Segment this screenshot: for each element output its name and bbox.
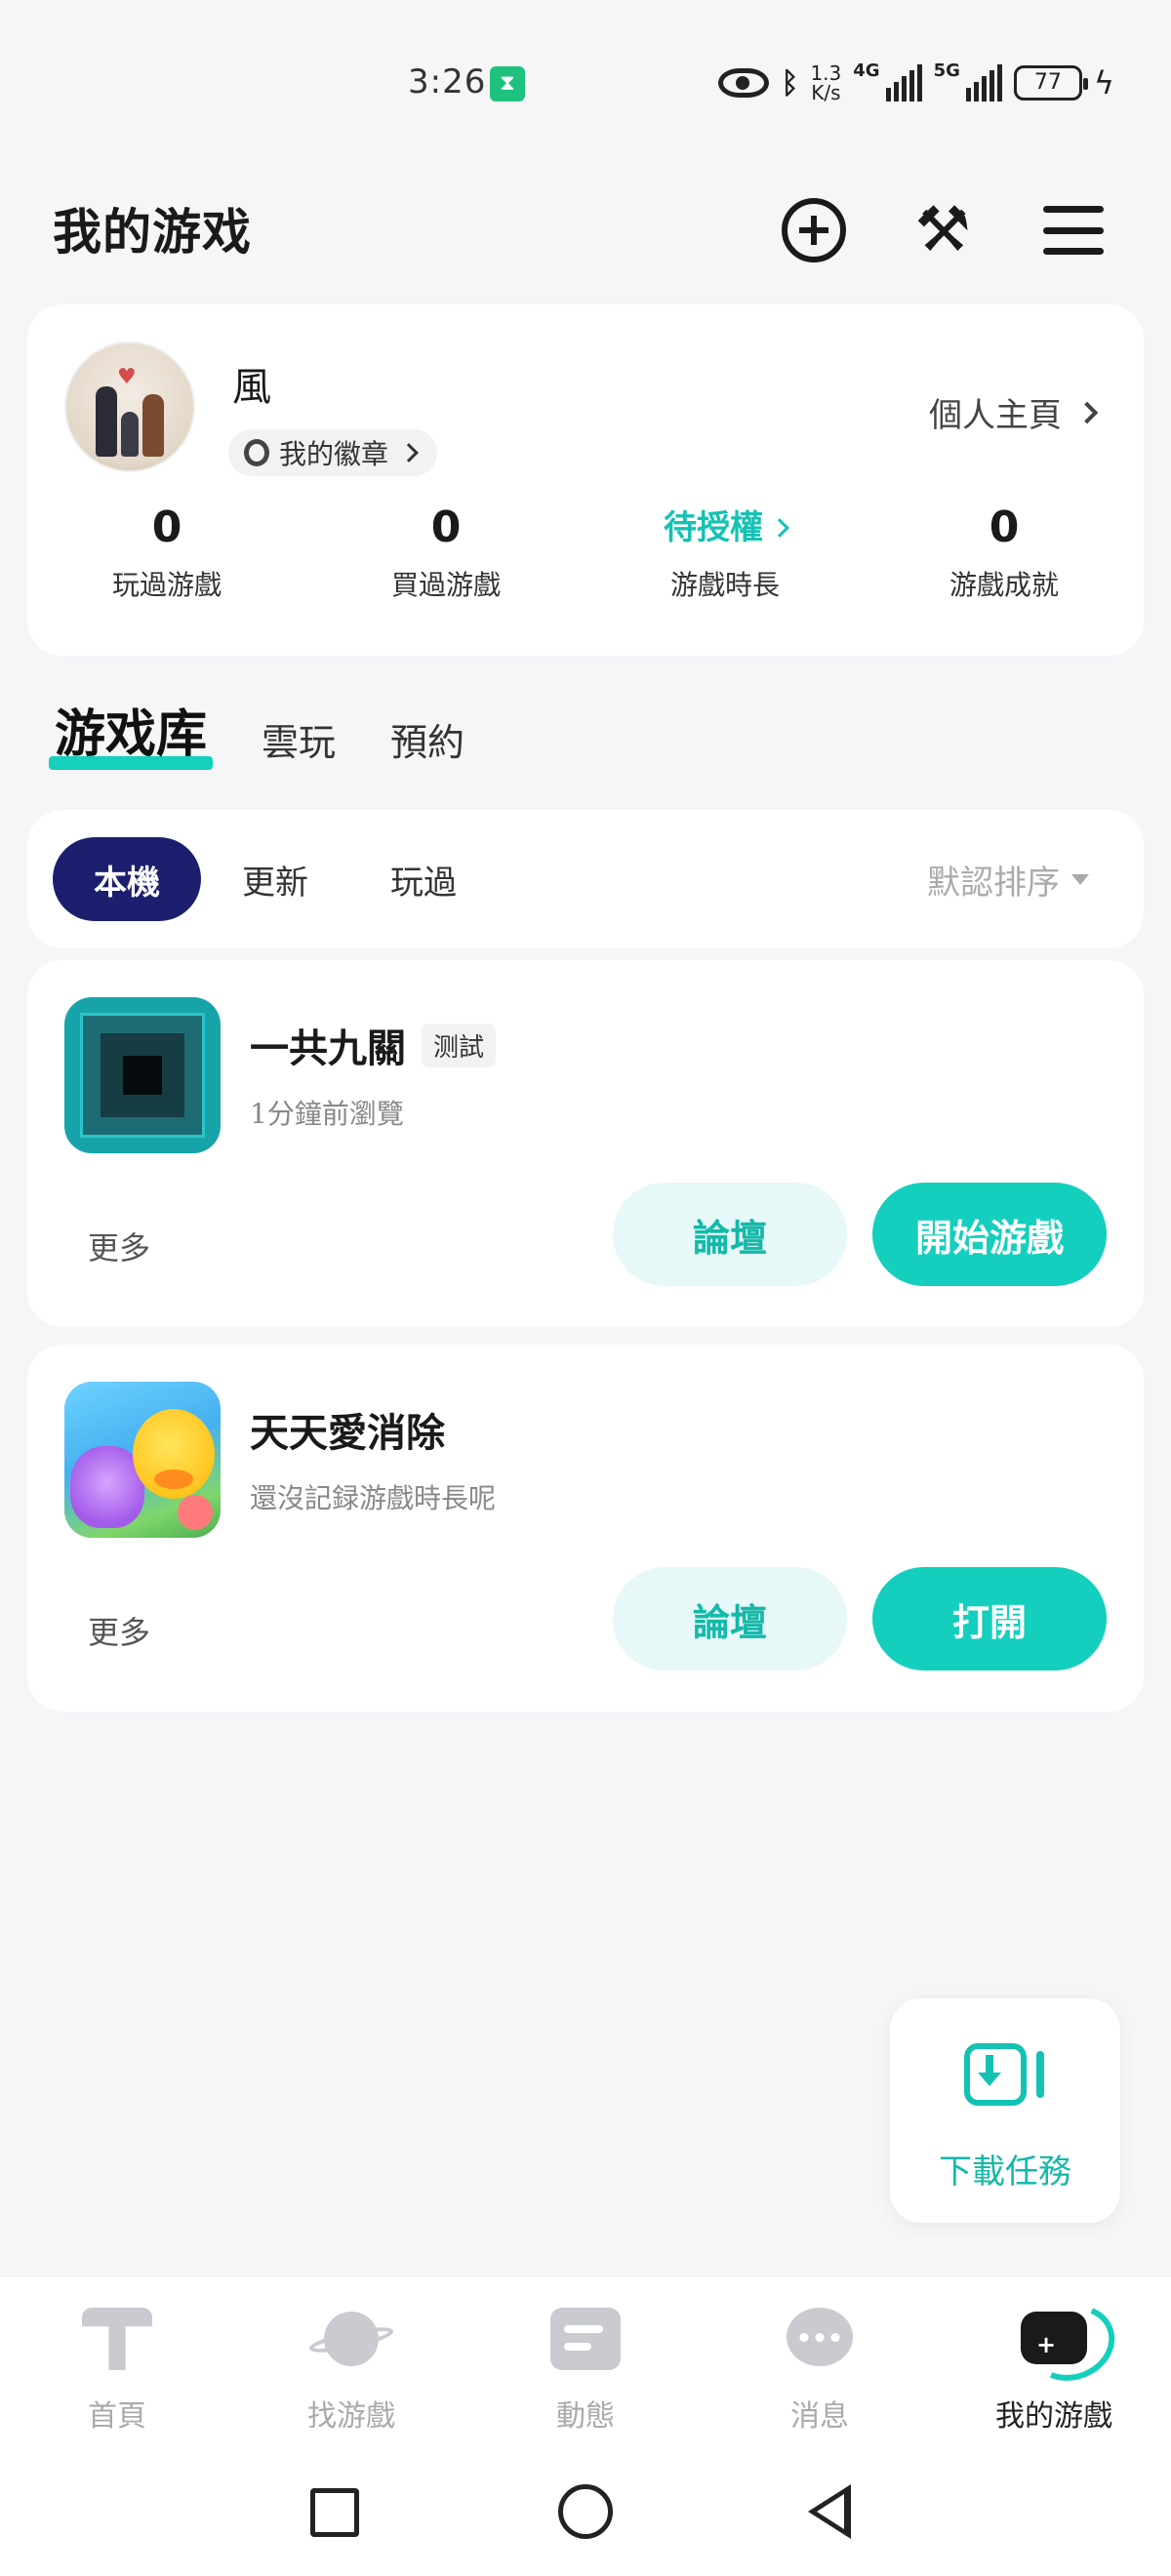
game-title[interactable]: 一共九關 测試: [250, 1017, 497, 1073]
nav-item-home[interactable]: 首頁: [0, 2276, 234, 2449]
forum-button[interactable]: 論壇: [613, 1183, 847, 1286]
sort-label: 默認排序: [927, 863, 1060, 903]
signal-2-icon: [965, 64, 1002, 101]
game-title-text: 天天愛消除: [250, 1410, 445, 1456]
eye-icon: [718, 68, 770, 98]
filter-bar: 本機 更新 玩過 默認排序: [27, 810, 1144, 948]
nav-item-messages[interactable]: 消息: [703, 2276, 937, 2449]
game-subtitle: 1分鐘前瀏覽: [250, 1098, 404, 1130]
heart-icon: ♥: [117, 365, 137, 389]
signal-2-label: 5G: [933, 60, 960, 81]
net-speed-unit: K/s: [811, 81, 841, 104]
bottom-nav: 首頁 找游戲 動態 消息 + 我的游戲: [0, 2275, 1171, 2449]
authorize-link[interactable]: 待授權: [586, 500, 865, 556]
stat-value: 待授權: [664, 508, 763, 547]
test-tag: 测試: [422, 1023, 497, 1067]
stat-label: 游戲成就: [949, 569, 1059, 601]
forum-button[interactable]: 論壇: [613, 1567, 847, 1670]
system-nav-bar: [0, 2449, 1171, 2576]
hourglass-icon: ⧗: [490, 66, 525, 101]
game-card: 一共九關 测試 1分鐘前瀏覽 更多 論壇 開始游戲: [27, 960, 1144, 1327]
nav-label: 找游戲: [307, 2399, 395, 2434]
filter-chip-played[interactable]: 玩過: [349, 837, 498, 921]
net-speed-value: 1.3: [810, 61, 842, 85]
stat-bought-games[interactable]: 0 買過游戲: [306, 500, 586, 603]
game-title-text: 一共九關: [250, 1026, 406, 1071]
add-circle-icon[interactable]: [779, 195, 849, 265]
nav-item-find-games[interactable]: 找游戲: [234, 2276, 468, 2449]
profile-stats: 0 玩過游戲 0 買過游戲 待授權 游戲時長 0 游戲成就: [27, 500, 1144, 603]
filter-chip-local[interactable]: 本機: [53, 837, 201, 921]
nav-label: 動態: [556, 2399, 615, 2434]
game-icon[interactable]: [64, 1382, 221, 1538]
signal-1-label: 4G: [853, 60, 880, 81]
battery-icon: 77: [1013, 65, 1088, 101]
tab-game-library[interactable]: 游戏库: [48, 693, 214, 774]
nav-label: 我的游戲: [995, 2399, 1112, 2434]
message-dots: [799, 2333, 840, 2342]
stat-label: 游戲時長: [669, 569, 780, 601]
my-badges-button[interactable]: 我的徽章: [228, 429, 438, 476]
caret-down-icon: [1071, 873, 1089, 885]
tab-cloud-play[interactable]: 雲玩: [262, 712, 336, 774]
signal-1-icon: [885, 64, 922, 101]
download-tasks-button[interactable]: 下載任務: [890, 1998, 1120, 2223]
bluetooth-icon: ᛒ: [781, 65, 799, 101]
more-button[interactable]: 更多: [88, 1224, 150, 1268]
home-button[interactable]: [558, 2484, 613, 2539]
download-icon: [964, 2043, 1052, 2106]
chevron-right-icon: [1075, 401, 1099, 423]
page-title: 我的游戏: [53, 204, 252, 261]
status-bar: 3:26 ⧗ ᛒ 1.3 K/s 4G 5G 77 ϟ: [0, 0, 1171, 146]
game-subtitle: 還沒記録游戲時長呢: [250, 1482, 497, 1514]
stat-label: 玩過游戲: [111, 569, 222, 601]
stat-label: 買過游戲: [390, 569, 501, 601]
open-game-button[interactable]: 打開: [872, 1567, 1107, 1670]
feed-icon: [550, 2308, 621, 2370]
back-button[interactable]: [808, 2484, 851, 2539]
stat-value: 0: [151, 503, 182, 552]
personal-homepage-label: 個人主頁: [929, 396, 1062, 435]
net-speed: 1.3 K/s: [810, 63, 841, 102]
tab-reservations[interactable]: 預約: [390, 712, 464, 774]
game-card: 天天愛消除 還沒記録游戲時長呢 更多 論壇 打開: [27, 1345, 1144, 1711]
stat-play-time[interactable]: 待授權 游戲時長: [586, 500, 865, 603]
gamepad-cross: +: [1036, 2331, 1057, 2358]
nav-item-feed[interactable]: 動態: [468, 2276, 703, 2449]
nav-label: 消息: [790, 2399, 849, 2434]
stat-achievements[interactable]: 0 游戲成就: [865, 500, 1144, 603]
nav-label: 首頁: [88, 2399, 146, 2434]
stat-played-games[interactable]: 0 玩過游戲: [27, 500, 306, 603]
charging-icon: ϟ: [1093, 64, 1114, 101]
profile-card: ♥ 風 我的徽章 個人主頁 0 玩過游戲 0 買過游戲 待授權 游戲時長 0 游…: [27, 304, 1144, 656]
status-time: 3:26: [408, 62, 487, 101]
game-icon[interactable]: [64, 997, 221, 1153]
username: 風: [232, 365, 271, 410]
status-indicators: ᛒ 1.3 K/s 4G 5G 77 ϟ: [718, 59, 1114, 107]
menu-icon[interactable]: [1038, 195, 1109, 265]
more-button[interactable]: 更多: [88, 1608, 150, 1653]
chevron-right-icon: [399, 443, 419, 463]
download-tasks-label: 下載任務: [939, 2153, 1071, 2192]
recents-button[interactable]: [310, 2488, 359, 2537]
personal-homepage-link[interactable]: 個人主頁: [929, 388, 1099, 436]
avatar[interactable]: ♥: [64, 342, 195, 472]
header: 我的游戏 ⚒: [0, 176, 1171, 273]
game-title[interactable]: 天天愛消除: [250, 1401, 445, 1458]
nav-item-my-games[interactable]: + 我的游戲: [937, 2276, 1171, 2449]
tools-icon[interactable]: ⚒: [908, 195, 978, 265]
main-tabs: 游戏库 雲玩 預約: [48, 693, 464, 774]
home-icon: [82, 2308, 152, 2370]
sort-dropdown[interactable]: 默認排序: [927, 856, 1089, 904]
my-badges-label: 我的徽章: [279, 438, 389, 470]
chevron-right-icon: [770, 518, 789, 538]
start-game-button[interactable]: 開始游戲: [872, 1183, 1107, 1286]
stat-value: 0: [989, 503, 1020, 552]
medal-icon: [244, 439, 269, 466]
filter-chip-updates[interactable]: 更新: [201, 837, 349, 921]
stat-value: 0: [430, 503, 462, 552]
